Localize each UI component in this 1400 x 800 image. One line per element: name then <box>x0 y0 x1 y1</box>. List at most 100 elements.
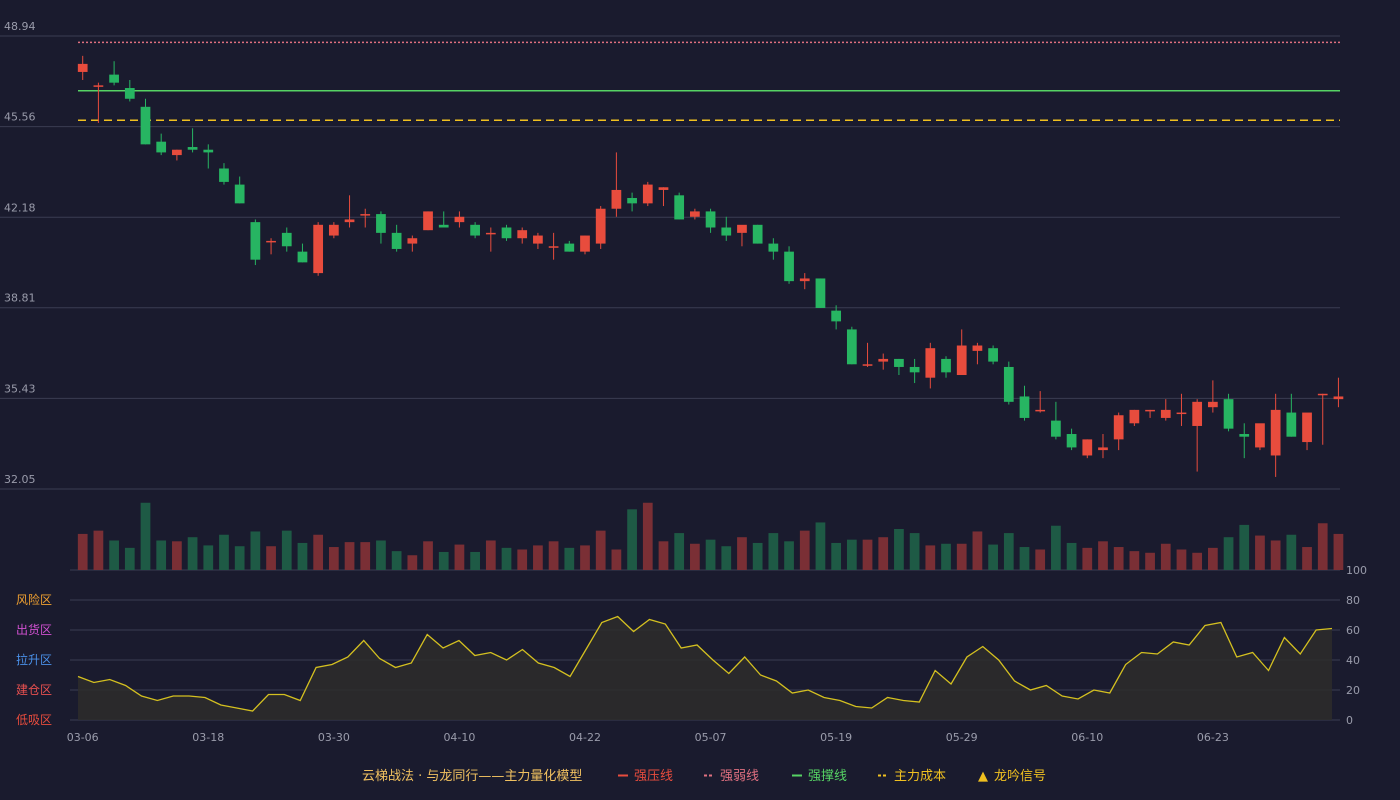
price-tick-label: 48.94 <box>4 20 36 33</box>
candle-body <box>580 235 590 252</box>
candle-body <box>1192 401 1203 426</box>
candle-body <box>1160 409 1171 418</box>
volume-bar <box>1255 535 1265 570</box>
candle-body <box>109 74 119 83</box>
candle-body <box>737 224 747 233</box>
oscillator-tick-label: 20 <box>1346 684 1360 697</box>
candle-body <box>250 222 261 260</box>
volume-bar <box>925 545 936 570</box>
volume-bar <box>1239 524 1250 570</box>
volume-bar <box>1098 541 1108 570</box>
volume-bar <box>109 540 119 570</box>
date-tick-label: 06-10 <box>1071 731 1103 744</box>
candle-body <box>627 197 637 204</box>
date-tick-label: 03-30 <box>318 731 350 744</box>
volume-bar <box>721 546 732 570</box>
volume-bar <box>93 530 104 570</box>
candle-body <box>1223 399 1234 429</box>
volume-bar <box>548 541 559 570</box>
oscillator-area <box>78 616 1332 720</box>
candle-body <box>956 345 967 376</box>
candle-body <box>862 364 873 366</box>
candle-body <box>1207 401 1218 408</box>
volume-bar <box>1066 542 1077 570</box>
volume-bar <box>187 537 198 570</box>
volume-bar <box>799 530 810 570</box>
legend-item-label: 强撑线 <box>808 769 847 784</box>
legend-title: 云梯战法 · 与龙同行——主力量化模型 <box>362 769 582 784</box>
zone-label: 风险区 <box>16 592 52 607</box>
volume-bar <box>360 542 371 570</box>
candle-body <box>799 278 810 282</box>
volume-bar <box>1145 552 1155 570</box>
volume-bar <box>266 546 276 570</box>
candle-body <box>485 232 496 235</box>
volume-bar <box>1207 547 1218 570</box>
candle-body <box>1239 434 1250 437</box>
candle-body <box>690 211 700 217</box>
candle-body <box>1333 396 1344 400</box>
volume-bar <box>737 537 747 570</box>
price-tick-label: 45.56 <box>4 111 36 124</box>
volume-bar <box>752 542 763 570</box>
volume-bar <box>1302 547 1312 570</box>
candle-body <box>564 243 575 252</box>
volume-bar <box>1333 533 1344 570</box>
candle-body <box>1176 412 1187 415</box>
volume-bar <box>580 545 590 570</box>
support-resistance-lines <box>78 41 1340 121</box>
candle-body <box>925 348 936 378</box>
legend-item-label: 强压线 <box>634 769 673 784</box>
volume-bar <box>831 542 842 570</box>
candle-body <box>1129 409 1140 424</box>
axis-labels: 48.94 45.56 42.18 38.81 35.43 32.05 100 80 60 40 2… <box>4 20 1367 744</box>
date-tick-label: 05-07 <box>695 731 727 744</box>
volume-bar <box>862 539 873 570</box>
candle-body <box>988 348 998 362</box>
candle-body <box>1286 412 1297 437</box>
candle-body <box>658 187 669 190</box>
price-tick-label: 38.81 <box>4 292 36 305</box>
candle-body <box>611 189 622 209</box>
candle-body <box>344 219 355 223</box>
volume-bar <box>77 533 88 570</box>
volume-bar <box>1051 525 1061 570</box>
candle-body <box>423 211 433 231</box>
candle-body <box>878 358 889 362</box>
candle-body <box>1255 423 1265 448</box>
candle-body <box>124 88 135 99</box>
candle-body <box>595 208 606 244</box>
candle-body <box>219 168 229 182</box>
volume-bar <box>674 533 685 570</box>
price-tick-label: 35.43 <box>4 382 36 395</box>
zone-label: 出货区 <box>16 622 52 637</box>
date-tick-label: 04-22 <box>569 731 601 744</box>
volume-bars <box>77 502 1344 570</box>
grid <box>0 35 1340 721</box>
candle-body <box>548 246 559 248</box>
volume-bar <box>328 547 339 570</box>
volume-bar <box>501 547 512 570</box>
stock-chart: 48.94 45.56 42.18 38.81 35.43 32.05 100 80 60 40 2… <box>0 20 1367 784</box>
candle-body <box>1145 409 1155 412</box>
candle-body <box>172 149 182 156</box>
candle-body <box>266 240 276 243</box>
candle-body <box>674 195 685 220</box>
legend-item-label: 强弱线 <box>720 769 759 784</box>
candle-body <box>894 358 904 367</box>
candle-body <box>470 224 480 236</box>
volume-bar <box>815 522 826 570</box>
volume-bar <box>894 529 904 570</box>
legend-item-label: 龙吟信号 <box>994 768 1046 784</box>
candle-body <box>281 232 292 247</box>
legend-item-label: 主力成本 <box>894 769 946 784</box>
candle-body <box>517 230 528 239</box>
candle-body <box>234 184 245 204</box>
volume-bar <box>344 542 355 570</box>
volume-bar <box>124 547 135 570</box>
candle-body <box>1066 434 1077 448</box>
candle-body <box>1051 420 1061 437</box>
candle-body <box>407 238 418 244</box>
legend: 云梯战法 · 与龙同行——主力量化模型 强压线 强弱线 强撑线 主力成本 ▲ 龙吟信号 <box>362 768 1046 784</box>
candle-body <box>360 214 371 216</box>
